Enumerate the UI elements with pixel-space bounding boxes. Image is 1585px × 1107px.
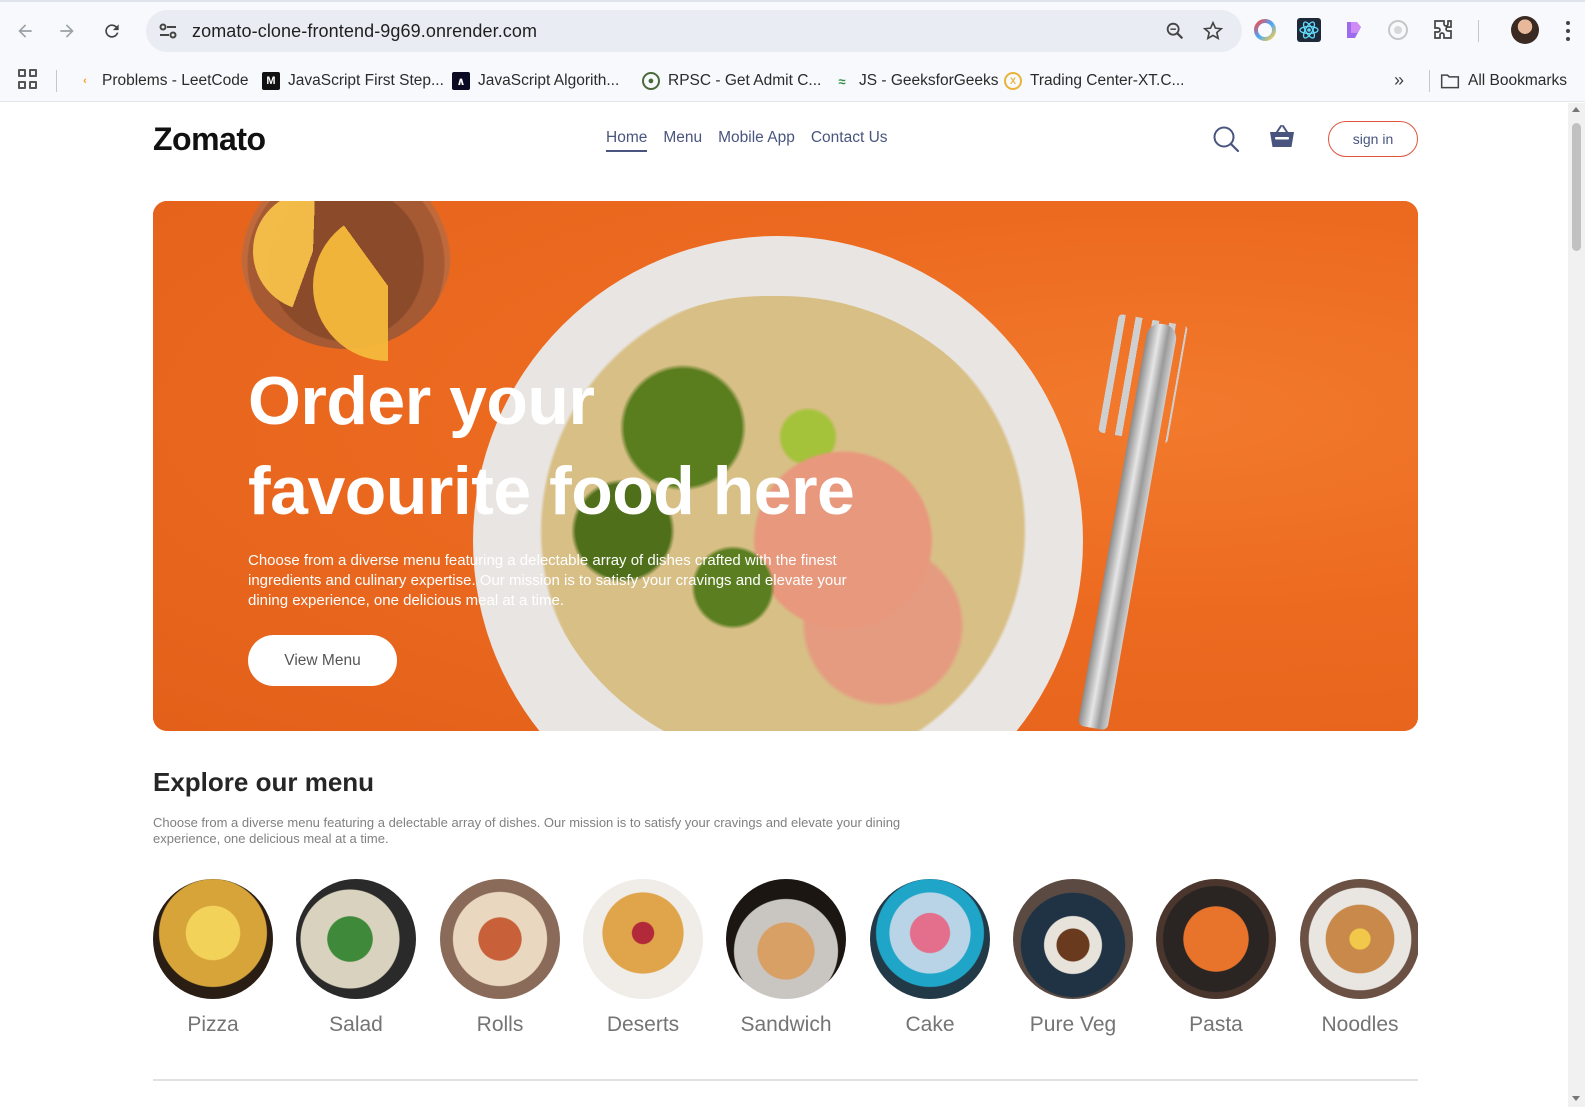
category-item-pure-veg[interactable]: Pure Veg [1013,879,1133,1037]
xt-icon: X [1004,72,1022,90]
category-label: Rolls [476,1013,524,1036]
pure-veg-image[interactable] [1013,879,1133,999]
nav-menu[interactable]: Menu [663,129,702,152]
arrow-left-icon [18,24,32,38]
category-item-salad[interactable]: Salad [296,879,416,1037]
site-logo[interactable]: Zomato [153,121,266,158]
address-bar[interactable]: zomato-clone-frontend-9g69.onrender.com [146,10,1242,52]
bookmark-label: RPSC - Get Admit C... [668,72,822,89]
hero-description: Choose from a diverse menu featuring a d… [248,552,847,609]
bookmark-label: Problems - LeetCode [102,72,249,89]
page-scrollbar[interactable] [1568,103,1585,1107]
forward-button[interactable] [52,16,82,46]
bookmark-mdn[interactable]: M JavaScript First Step... [262,68,444,94]
rpsc-icon: ● [642,72,660,90]
lemon-slice-image [313,211,463,361]
bookmark-label: JavaScript First Step... [288,72,444,89]
zoom-icon[interactable] [1164,20,1186,42]
category-item-sandwich[interactable]: Sandwich [726,879,846,1037]
search-icon[interactable] [1212,125,1240,153]
sandwich-image[interactable] [726,879,846,999]
more-bookmarks-button[interactable]: » [1394,70,1404,91]
web-page: Zomato Home Menu Mobile App Contact Us s… [0,103,1568,1107]
leetcode-icon: ‹ [83,75,87,87]
scroll-down-arrow-icon[interactable] [1572,1096,1580,1101]
category-label: Pure Veg [1029,1013,1117,1036]
browser-menu-icon[interactable] [1558,16,1578,46]
bookmark-label: JavaScript Algorith... [478,72,620,89]
category-label: Sandwich [740,1013,832,1036]
apps-grid-icon[interactable] [18,69,38,89]
pizza-image[interactable] [153,879,273,999]
nav-home[interactable]: Home [606,129,648,152]
reload-button[interactable] [97,16,127,46]
bookmarks-bar: ‹ Problems - LeetCode M JavaScript First… [0,60,1585,102]
explore-menu-description: Choose from a diverse menu featuring a d… [153,815,901,846]
hero-banner: Order your favourite food here Choose fr… [153,201,1418,731]
deserts-image[interactable] [583,879,703,999]
all-bookmarks-label: All Bookmarks [1468,72,1568,89]
react-devtools-icon[interactable] [1297,18,1321,42]
purple-extension-icon[interactable] [1342,18,1366,42]
category-item-pizza[interactable]: Pizza [153,879,273,1037]
browser-toolbar: zomato-clone-frontend-9g69.onrender.com [0,0,1585,60]
url-text[interactable]: zomato-clone-frontend-9g69.onrender.com [192,21,537,42]
reload-icon [105,24,119,38]
category-label: Salad [329,1013,383,1036]
section-divider [153,1079,1418,1081]
category-item-cake[interactable]: Cake [870,879,990,1037]
arrow-right-icon [60,24,74,38]
category-item-pasta[interactable]: Pasta [1156,879,1276,1037]
main-nav: Home Menu Mobile App Contact Us [606,129,888,152]
profile-avatar[interactable] [1511,16,1539,44]
bookmark-label: JS - GeeksforGeeks [859,72,999,89]
folder-icon [1440,74,1460,89]
category-item-noodles[interactable]: Noodles [1300,879,1418,1037]
back-button[interactable] [10,16,40,46]
bookmarks-separator [56,70,57,92]
freecodecamp-icon: ∧ [452,72,470,90]
scrollbar-thumb[interactable] [1572,123,1581,251]
bookmarks-separator [1429,70,1430,92]
mdn-icon: M [262,72,280,90]
noodles-image[interactable] [1300,879,1418,999]
extensions-puzzle-icon[interactable] [1431,18,1455,42]
hero-title-line1: Order your [248,363,595,439]
category-label: Cake [905,1013,955,1036]
cake-image[interactable] [870,879,990,999]
bookmark-xt[interactable]: X Trading Center-XT.C... [1004,68,1184,94]
screen-capture-extension-icon[interactable] [1386,18,1410,42]
basket-icon[interactable] [1268,123,1296,151]
gfg-icon: ≈ [838,73,846,89]
explore-menu-heading: Explore our menu [153,767,375,797]
bookmark-star-icon[interactable] [1202,20,1224,42]
category-label: Pizza [187,1013,239,1036]
bookmark-rpsc[interactable]: ● RPSC - Get Admit C... [642,68,821,94]
bookmark-freecodecamp[interactable]: ∧ JavaScript Algorith... [452,68,619,94]
scroll-up-arrow-icon[interactable] [1572,107,1580,112]
all-bookmarks-folder[interactable]: All Bookmarks [1440,68,1567,94]
tab-strip-edge [0,0,1585,2]
bookmark-geeksforgeeks[interactable]: ≈ JS - GeeksforGeeks [833,68,999,94]
hero-title-line2: favourite food here [248,453,855,529]
nav-mobile-app[interactable]: Mobile App [718,129,795,152]
site-info-icon[interactable] [156,19,180,43]
rolls-image[interactable] [440,879,560,999]
nav-contact-us[interactable]: Contact Us [811,129,888,152]
category-item-deserts[interactable]: Deserts [583,879,703,1037]
menu-category-list: Pizza Salad Rolls Deserts Sandwich Cake … [153,879,1418,1049]
pasta-image[interactable] [1156,879,1276,999]
bookmark-leetcode[interactable]: ‹ Problems - LeetCode [76,68,248,94]
category-label: Pasta [1189,1013,1243,1036]
salad-image[interactable] [296,879,416,999]
category-label: Noodles [1321,1013,1399,1036]
hero-title: Order your favourite food here [248,356,948,536]
category-item-rolls[interactable]: Rolls [440,879,560,1037]
view-menu-button[interactable]: View Menu [248,635,397,686]
toolbar-separator [1478,20,1479,42]
sign-in-button[interactable]: sign in [1328,121,1418,157]
bookmark-label: Trading Center-XT.C... [1030,72,1185,89]
category-label: Deserts [606,1013,680,1036]
color-picker-extension-icon[interactable] [1253,18,1277,42]
